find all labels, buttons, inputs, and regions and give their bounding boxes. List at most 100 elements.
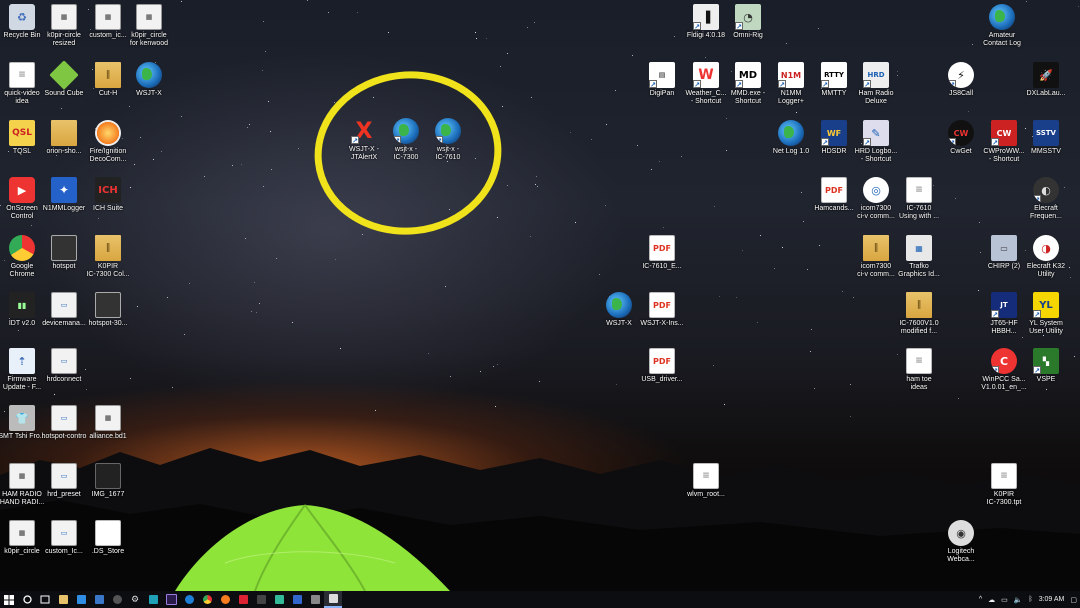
- image-icon: ▦: [95, 405, 121, 431]
- chrome-taskbar-icon[interactable]: [198, 591, 216, 608]
- volume-icon[interactable]: 🔈: [1014, 596, 1023, 604]
- app-active-icon[interactable]: [324, 591, 342, 608]
- app-red-icon[interactable]: [234, 591, 252, 608]
- cloud-icon[interactable]: ☁: [988, 596, 995, 604]
- app-dark-icon[interactable]: [252, 591, 270, 608]
- winpcc-icon: C ↗: [991, 348, 1017, 374]
- elecraft-utility-icon: ◑: [1033, 235, 1059, 261]
- premiere-icon[interactable]: [162, 591, 180, 608]
- shortcut-arrow-icon: ↗: [948, 80, 956, 88]
- desktop-icon[interactable]: WSJT-X: [121, 62, 177, 98]
- desktop-icon-label: hrdconnect: [46, 376, 82, 383]
- desktop-icon[interactable]: ‖ IC-7600V1.0 modified f...: [891, 292, 947, 336]
- desktop-icon[interactable]: ≡ K0PIR IC-7300.tpt: [976, 463, 1032, 507]
- app-gray-icon[interactable]: [306, 591, 324, 608]
- desktop-icon[interactable]: ⚡ ↗ JS8Call: [933, 62, 989, 98]
- star: [713, 206, 715, 208]
- desktop-icon[interactable]: Fire/Ignition DecoCom...: [80, 120, 136, 164]
- desktop-icon[interactable]: ≡ ham toe ideas: [891, 348, 947, 392]
- desktop-icon[interactable]: PDF USB_driver...: [634, 348, 690, 384]
- app-green-icon[interactable]: [270, 591, 288, 608]
- app-icon[interactable]: [144, 591, 162, 608]
- desktop-icon[interactable]: HRD ↗ Ham Radio Deluxe: [848, 62, 904, 106]
- obs-icon[interactable]: [108, 591, 126, 608]
- desktop-icon[interactable]: ≡ wlvm_root...: [678, 463, 734, 499]
- star: [291, 321, 293, 323]
- desktop-icon-label: hotspot-30...: [88, 320, 128, 327]
- desktop-icon[interactable]: hotspot-30...: [80, 292, 136, 328]
- star: [259, 303, 261, 305]
- mail-icon[interactable]: [90, 591, 108, 608]
- clock-time[interactable]: 3:09 AM: [1039, 596, 1065, 603]
- ich-icon: ICH: [95, 177, 121, 203]
- window-icon: ▭: [51, 348, 77, 374]
- window-icon: ▭: [51, 292, 77, 318]
- desktop-icon-label: HRD Logbo... - Shortcut: [854, 148, 898, 163]
- jt65-icon: JT ↗: [991, 292, 1017, 318]
- cortana-icon[interactable]: [18, 591, 36, 608]
- star: [725, 117, 727, 119]
- monitor-icon[interactable]: ▭: [1001, 596, 1008, 604]
- desktop-icon[interactable]: ▚ ↗ VSPE: [1018, 348, 1074, 384]
- shortcut-arrow-icon: ↗: [693, 80, 701, 88]
- desktop-icon[interactable]: ‖ K0PIR IC-7300 Col...: [80, 235, 136, 279]
- pdf-icon: PDF: [821, 177, 847, 203]
- desktop-icon[interactable]: ▦ alliance.bd1: [80, 405, 136, 441]
- weather-icon: W ↗: [693, 62, 719, 88]
- shortcut-arrow-icon: ↗: [948, 138, 956, 146]
- desktop-icon[interactable]: 🚀 DXLabLau...: [1018, 62, 1074, 98]
- store-icon[interactable]: [72, 591, 90, 608]
- edge-icon[interactable]: [180, 591, 198, 608]
- desktop-icon[interactable]: ICH ICH Suite: [80, 177, 136, 213]
- star: [428, 353, 430, 355]
- file-explorer-icon[interactable]: [54, 591, 72, 608]
- desktop-icon[interactable]: Amateur Contact Log: [974, 4, 1030, 48]
- hdsdr-icon: WF ↗: [821, 120, 847, 146]
- firefox-icon[interactable]: [216, 591, 234, 608]
- cwget-icon: CW ↗: [948, 120, 974, 146]
- window-icon: ▭: [51, 463, 77, 489]
- image-icon: ▦: [95, 4, 121, 30]
- star: [853, 297, 855, 299]
- desktop-icon[interactable]: ◑ Elecraft K32 Utility: [1018, 235, 1074, 279]
- star: [172, 386, 174, 388]
- js8call-icon: ⚡ ↗: [948, 62, 974, 88]
- system-tray: ^ ☁ ▭ 🔈 ᛒ 3:09 AM ▢: [976, 591, 1080, 608]
- notification-icon[interactable]: ▢: [1070, 596, 1077, 604]
- star: [802, 221, 804, 223]
- desktop-icon[interactable]: ▦ Trafko Graphics Id...: [891, 235, 947, 279]
- shirt-icon: 👕: [9, 405, 35, 431]
- webcam-icon: ◉: [948, 520, 974, 546]
- desktop-icon[interactable]: ▦ k0pir_circle for kenwood: [121, 4, 177, 48]
- desktop-icon[interactable]: YL ↗ YL System User Utility: [1018, 292, 1074, 336]
- desktop-icon[interactable]: PDF WSJT-X-Ins...: [634, 292, 690, 328]
- star: [499, 65, 501, 67]
- desktop-icon[interactable]: ◉ Logitech Webca...: [933, 520, 989, 564]
- star: [445, 285, 447, 287]
- firmware-icon: ⇡: [9, 348, 35, 374]
- desktop-icon[interactable]: ◔ ↗ Omni-Rig: [720, 4, 776, 40]
- star: [756, 321, 758, 323]
- desktop-icon[interactable]: ≡ IC-7610 Using with ...: [891, 177, 947, 221]
- bluetooth-icon[interactable]: ᛒ: [1028, 596, 1032, 603]
- desktop-icon[interactable]: ✎ ↗ HRD Logbo... - Shortcut: [848, 120, 904, 164]
- star: [486, 37, 488, 39]
- desktop-icon[interactable]: IMG_1677: [80, 463, 136, 499]
- window-icon: ▭: [51, 405, 77, 431]
- star: [475, 31, 477, 33]
- star: [978, 221, 980, 223]
- task-view-icon[interactable]: [36, 591, 54, 608]
- tray-chevron-icon[interactable]: ^: [979, 596, 982, 603]
- archive-icon: ‖: [95, 235, 121, 261]
- windows-start-icon[interactable]: [0, 591, 18, 608]
- app-blue-icon[interactable]: [288, 591, 306, 608]
- desktop-icon[interactable]: SSTV MMSSTV: [1018, 120, 1074, 156]
- star: [306, 0, 308, 1]
- desktop-icon[interactable]: .DS_Store: [80, 520, 136, 556]
- desktop-icon[interactable]: ▭ hrdconnect: [36, 348, 92, 384]
- rtty-icon: RTTY ↗: [821, 62, 847, 88]
- settings-icon[interactable]: ⚙: [126, 591, 144, 608]
- desktop-icon[interactable]: PDF IC-7610_E...: [634, 235, 690, 271]
- graphics-icon: ▦: [906, 235, 932, 261]
- desktop-icon[interactable]: ◐ ↗ Elecraft Frequen...: [1018, 177, 1074, 221]
